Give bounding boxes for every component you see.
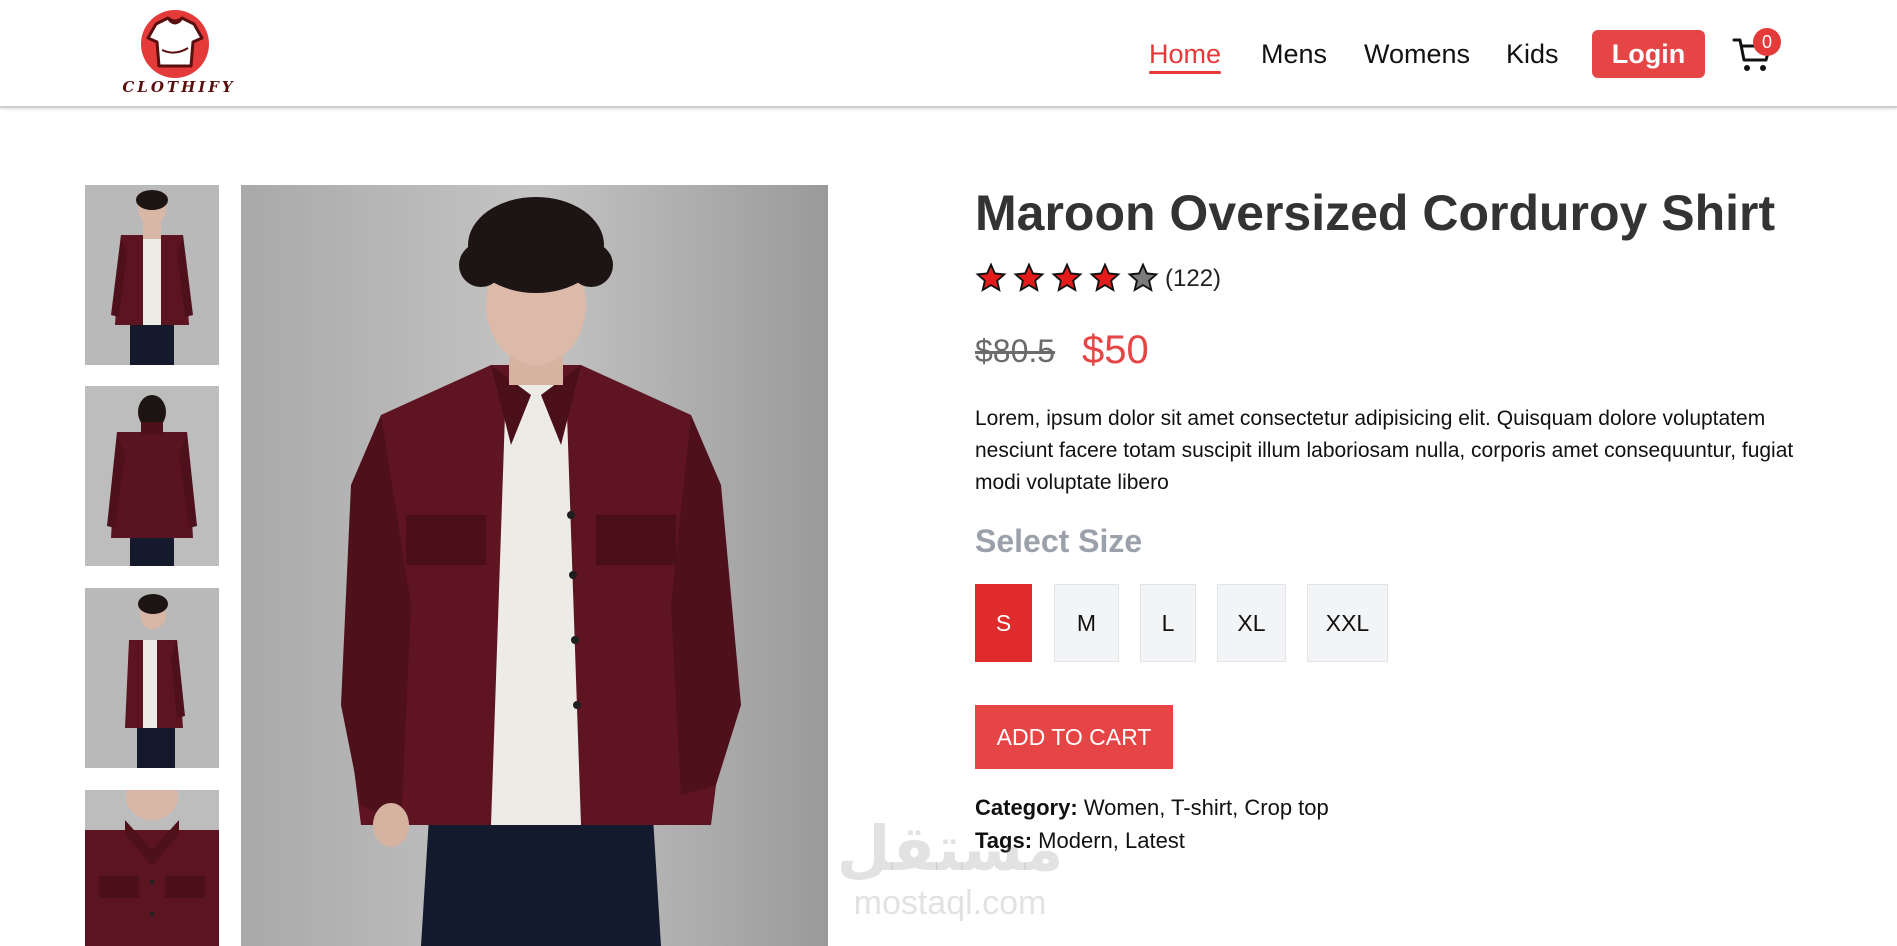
star-filled-icon xyxy=(1051,262,1083,292)
shirt-photo-back xyxy=(85,386,219,566)
star-filled-icon xyxy=(975,262,1007,292)
watermark-arabic: مستقل xyxy=(836,815,1064,884)
cart-count-badge: 0 xyxy=(1753,28,1781,56)
star-empty-icon xyxy=(1127,262,1159,292)
shirt-photo-main xyxy=(241,185,828,946)
category-value: Women, T-shirt, Crop top xyxy=(1083,795,1329,820)
brand-logo[interactable]: CLOTHIFY xyxy=(118,8,240,100)
size-option-m[interactable]: M xyxy=(1054,584,1119,662)
size-option-l[interactable]: L xyxy=(1140,584,1196,662)
size-option-s[interactable]: S xyxy=(975,584,1032,662)
login-button[interactable]: Login xyxy=(1592,30,1705,78)
product-description: Lorem, ipsum dolor sit amet consectetur … xyxy=(975,407,1794,494)
shirt-photo-front xyxy=(85,185,219,365)
star-filled-icon xyxy=(1089,262,1121,292)
size-label: Select Size xyxy=(975,523,1143,559)
shirt-photo-side xyxy=(85,588,219,768)
thumbnail-back[interactable] xyxy=(85,386,219,566)
watermark-latin: mostaql.com xyxy=(853,884,1047,922)
sale-price: $50 xyxy=(1082,328,1149,372)
nav-kids[interactable]: Kids xyxy=(1506,36,1559,72)
shirt-photo-detail xyxy=(85,790,219,946)
size-option-xl[interactable]: XL xyxy=(1217,584,1286,662)
watermark: مستقل mostaql.com xyxy=(830,815,1070,921)
thumbnail-detail[interactable] xyxy=(85,790,219,946)
nav-womens[interactable]: Womens xyxy=(1364,36,1470,72)
thumbnail-side[interactable] xyxy=(85,588,219,768)
nav-home[interactable]: Home xyxy=(1149,36,1222,74)
rating-count: (122) xyxy=(1165,265,1222,292)
site-header: CLOTHIFY Home Mens Womens Kids Login 0 xyxy=(0,0,1897,108)
thumbnail-front[interactable] xyxy=(85,185,219,365)
star-filled-icon xyxy=(1013,262,1045,292)
size-option-xxl[interactable]: XXL xyxy=(1307,584,1388,662)
brand-name: CLOTHIFY xyxy=(122,78,236,96)
original-price: $80.5 xyxy=(975,333,1056,369)
nav-mens[interactable]: Mens xyxy=(1261,36,1327,72)
add-to-cart-button[interactable]: ADD TO CART xyxy=(975,705,1173,769)
main-product-image xyxy=(241,185,828,946)
tshirt-logo-icon xyxy=(141,10,209,78)
product-title: Maroon Oversized Corduroy Shirt xyxy=(975,185,1776,241)
